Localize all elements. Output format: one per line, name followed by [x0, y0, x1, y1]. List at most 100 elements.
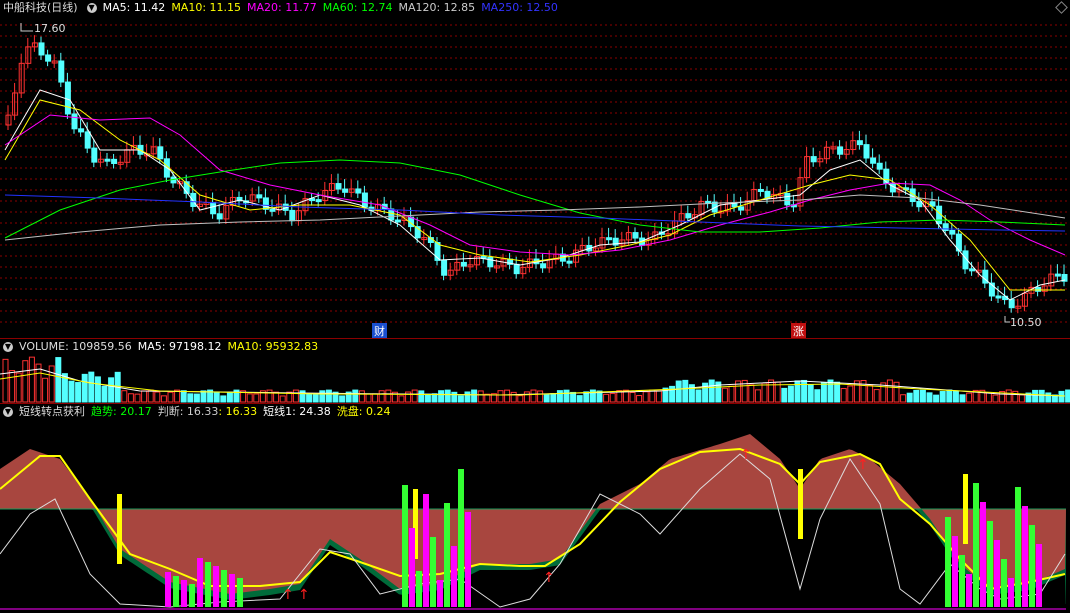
judge-bar: [197, 558, 203, 607]
volume-bar: [464, 391, 471, 403]
volume-bar: [378, 390, 385, 403]
volume-bar: [141, 390, 148, 403]
volume-bar: [537, 390, 544, 403]
price-candle: [355, 188, 362, 194]
price-candle: [335, 183, 342, 190]
volume-bar: [939, 391, 946, 403]
price-candle: [995, 295, 1002, 299]
judge-bar: [1015, 487, 1021, 607]
rise-marker[interactable]: 涨: [791, 323, 806, 339]
volume-bar: [728, 385, 735, 403]
volume-bar: [101, 385, 108, 403]
ma120-label: MA120: 12.85: [398, 1, 476, 14]
price-candle: [949, 230, 956, 235]
judge-bar: [229, 574, 235, 607]
volume-bar: [160, 395, 167, 403]
judge-bar: [980, 502, 986, 607]
judge-bar: [181, 580, 187, 607]
price-candle: [262, 197, 269, 210]
price-candle: [289, 209, 296, 222]
price-candle: [942, 223, 949, 232]
price-candle: [606, 237, 613, 241]
judge-bar: [416, 571, 422, 607]
price-candle: [91, 147, 98, 163]
volume-bar: [253, 393, 260, 403]
volume-bar: [801, 379, 808, 403]
indicator-panel[interactable]: ▼ 短线转点获利 趋势: 20.17 判断: 16.33: 16.33 短线1: 24.…: [0, 404, 1070, 613]
collapse-toggle-icon[interactable]: ▼: [86, 3, 97, 13]
ma250-line: [4, 194, 1066, 232]
volume-bar: [840, 388, 847, 403]
volume-bar: [405, 391, 412, 403]
volume-toggle-icon[interactable]: ▼: [3, 342, 13, 352]
judge-bar: [173, 576, 179, 607]
price-candle: [460, 261, 467, 267]
indicator-toggle-icon[interactable]: ▼: [3, 407, 13, 417]
volume-bar: [299, 390, 306, 403]
price-candle: [731, 203, 738, 208]
price-candle: [361, 192, 368, 208]
stock-title: 中船科技(日线): [3, 1, 78, 14]
price-candle: [1054, 273, 1061, 277]
volume-bar: [365, 393, 372, 403]
volume-bar: [477, 390, 484, 403]
price-candle: [1008, 299, 1015, 309]
volume-bar: [847, 385, 854, 403]
volume-bar: [154, 391, 161, 403]
volume-bar: [279, 395, 286, 403]
price-candle: [513, 263, 520, 275]
volume-bar: [675, 380, 682, 403]
high-price-label: 17.60: [34, 22, 66, 35]
volume-bar: [418, 390, 425, 403]
volume-bar: [530, 389, 537, 403]
volume-bar: [246, 393, 253, 403]
volume-bar: [438, 390, 445, 403]
price-candle: [863, 144, 870, 159]
volume-bar: [886, 379, 893, 403]
price-chart: [0, 23, 1070, 323]
volume-bar: [457, 395, 464, 403]
price-candle: [104, 158, 111, 162]
volume-bar: [312, 393, 319, 403]
ma5-line: [4, 89, 1066, 301]
judge-bar: [994, 540, 1000, 607]
price-candle: [111, 158, 118, 164]
price-panel[interactable]: 中船科技(日线) ▼ MA5: 11.42 MA10: 11.15 MA20: 11.7…: [0, 0, 1070, 339]
financial-marker[interactable]: 财: [372, 323, 387, 339]
volume-bar: [424, 393, 431, 403]
price-candle: [58, 60, 65, 83]
judge-bar: [1036, 544, 1042, 607]
price-candle: [487, 256, 494, 268]
volume-bar: [669, 385, 676, 403]
volume-bar: [187, 393, 194, 403]
volume-bar: [28, 356, 35, 403]
price-candle: [632, 232, 639, 239]
judge-bar: [1029, 525, 1035, 607]
price-candle: [876, 162, 883, 170]
volume-bar: [576, 395, 583, 403]
ma5-label: MA5: 11.42: [102, 1, 166, 14]
volume-bar: [834, 381, 841, 403]
volume-header: ▼ VOLUME: 109859.56 MA5: 97198.12 MA10: 959…: [0, 339, 324, 355]
price-candle: [394, 219, 401, 223]
judge-bar: [221, 570, 227, 607]
volume-bar: [339, 395, 346, 403]
volume-bar: [471, 389, 478, 403]
volume-ma5: MA5: 97198.12: [137, 340, 222, 353]
volume-bar: [1032, 389, 1039, 403]
price-candle: [64, 81, 71, 115]
volume-panel[interactable]: ▼ VOLUME: 109859.56 MA5: 97198.12 MA10: 959…: [0, 339, 1070, 403]
volume-bar: [563, 389, 570, 403]
volume-bar: [1018, 394, 1025, 403]
volume-bar: [807, 384, 814, 403]
volume-bar: [609, 393, 616, 403]
low-price-label: 10.50: [1010, 316, 1042, 329]
volume-bar: [134, 393, 141, 403]
volume-bar: [88, 371, 95, 403]
volume-bar: [2, 358, 9, 403]
price-candle: [738, 206, 745, 211]
volume-bar: [636, 395, 643, 403]
price-candle: [38, 42, 45, 56]
high-marker-line: [20, 23, 33, 32]
volume-bar: [933, 394, 940, 403]
